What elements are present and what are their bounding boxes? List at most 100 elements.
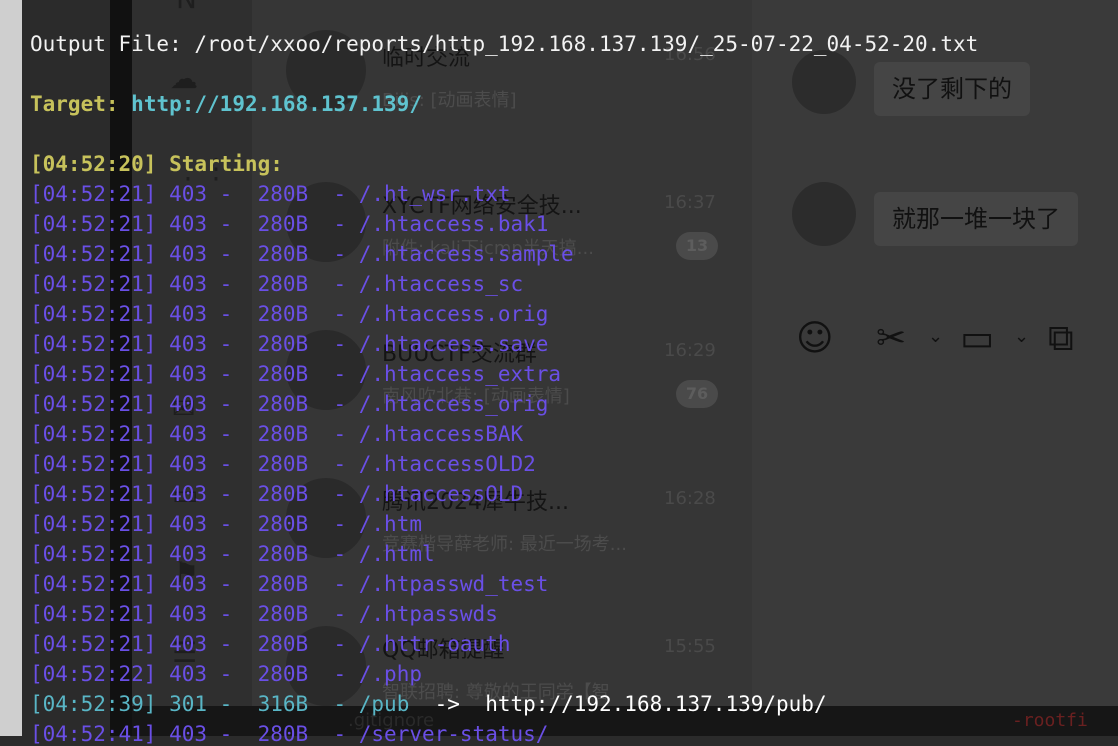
result-status: 403: [169, 392, 208, 416]
result-status: 403: [169, 302, 208, 326]
result-time: [04:52:21]: [30, 452, 157, 476]
redirect-url: http://192.168.137.139/pub/: [485, 692, 827, 716]
result-size: 280B: [257, 242, 309, 266]
result-path: /.htaccess.sample: [358, 242, 574, 266]
result-path: /.htaccessBAK: [358, 422, 524, 446]
result-size: 280B: [257, 302, 309, 326]
result-status: 403: [169, 542, 208, 566]
result-status: 403: [169, 242, 208, 266]
starting-line: [04:52:20] Starting:: [30, 152, 283, 176]
result-path: /pub: [358, 692, 410, 716]
output-file-label: Output File:: [30, 32, 182, 56]
result-time: [04:52:39]: [30, 692, 157, 716]
result-status: 403: [169, 662, 208, 686]
result-size: 280B: [257, 272, 309, 296]
result-path: /.htpasswd_test: [358, 572, 549, 596]
result-row: [04:52:21] 403 - 280B - /.htaccessBAK: [30, 422, 524, 446]
result-row: [04:52:21] 403 - 280B - /.htaccess.save: [30, 332, 549, 356]
result-size: 316B: [257, 692, 309, 716]
result-status: 403: [169, 182, 208, 206]
result-row: [04:52:21] 403 - 280B - /.httr-oauth: [30, 632, 511, 656]
result-status: 403: [169, 482, 208, 506]
result-row: [04:52:21] 403 - 280B - /.html: [30, 542, 435, 566]
result-row: [04:52:21] 403 - 280B - /.htm: [30, 512, 422, 536]
result-path: /.htm: [358, 512, 422, 536]
result-status: 403: [169, 632, 208, 656]
result-row: [04:52:21] 403 - 280B - /.htaccess_orig: [30, 392, 549, 416]
result-row: [04:52:21] 403 - 280B - /.htaccess_sc: [30, 272, 524, 296]
result-time: [04:52:21]: [30, 572, 157, 596]
redirect-arrow: ->: [434, 692, 460, 716]
result-path: /.htaccess_sc: [358, 272, 524, 296]
result-path: /.ht_wsr.txt: [358, 182, 511, 206]
result-time: [04:52:21]: [30, 542, 157, 566]
result-size: 280B: [257, 422, 309, 446]
result-path: /.php: [358, 662, 422, 686]
result-status: 403: [169, 512, 208, 536]
result-row: [04:52:21] 403 - 280B - /.ht_wsr.txt: [30, 182, 511, 206]
result-time: [04:52:21]: [30, 602, 157, 626]
result-time: [04:52:21]: [30, 512, 157, 536]
result-row: [04:52:21] 403 - 280B - /.htpasswds: [30, 602, 498, 626]
result-time: [04:52:21]: [30, 422, 157, 446]
result-size: 280B: [257, 212, 309, 236]
result-row: [04:52:21] 403 - 280B - /.htaccess.sampl…: [30, 242, 574, 266]
result-time: [04:52:21]: [30, 272, 157, 296]
redirect-line: [04:52:39] 301 - 316B - /pub -> http://1…: [30, 692, 827, 716]
result-path: /server-status/: [358, 722, 549, 746]
result-path: /.htaccessOLD: [358, 482, 524, 506]
result-row: [04:52:41] 403 - 280B - /server-status/: [30, 722, 549, 746]
result-status: 403: [169, 422, 208, 446]
result-size: 280B: [257, 512, 309, 536]
target-url: http://192.168.137.139/: [131, 92, 422, 116]
result-row: [04:52:21] 403 - 280B - /.htaccess_extra: [30, 362, 562, 386]
result-status: 403: [169, 212, 208, 236]
result-time: [04:52:21]: [30, 302, 157, 326]
result-path: /.htpasswds: [358, 602, 498, 626]
result-time: [04:52:21]: [30, 182, 157, 206]
result-time: [04:52:22]: [30, 662, 157, 686]
target-line: Target: http://192.168.137.139/: [30, 92, 422, 116]
result-status: 403: [169, 572, 208, 596]
result-time: [04:52:41]: [30, 722, 157, 746]
result-path: /.htaccess_orig: [358, 392, 549, 416]
target-label: Target:: [30, 92, 119, 116]
result-path: /.htaccess_extra: [358, 362, 562, 386]
result-path: /.htaccess.bak1: [358, 212, 549, 236]
result-size: 280B: [257, 602, 309, 626]
result-size: 280B: [257, 632, 309, 656]
result-status: 403: [169, 332, 208, 356]
result-time: [04:52:21]: [30, 632, 157, 656]
output-file-path: /root/xxoo/reports/http_192.168.137.139/…: [194, 32, 979, 56]
result-status: 301: [169, 692, 208, 716]
result-size: 280B: [257, 722, 309, 746]
result-size: 280B: [257, 482, 309, 506]
result-size: 280B: [257, 392, 309, 416]
result-row: [04:52:21] 403 - 280B - /.htaccessOLD: [30, 482, 524, 506]
result-row: [04:52:21] 403 - 280B - /.htpasswd_test: [30, 572, 549, 596]
result-row: [04:52:21] 403 - 280B - /.htaccessOLD2: [30, 452, 536, 476]
result-row: [04:52:21] 403 - 280B - /.htaccess.orig: [30, 302, 549, 326]
result-row: [04:52:21] 403 - 280B - /.htaccess.bak1: [30, 212, 549, 236]
result-path: /.htaccess.save: [358, 332, 549, 356]
result-time: [04:52:21]: [30, 242, 157, 266]
result-size: 280B: [257, 452, 309, 476]
result-size: 280B: [257, 662, 309, 686]
result-size: 280B: [257, 362, 309, 386]
result-path: /.html: [358, 542, 435, 566]
result-time: [04:52:21]: [30, 212, 157, 236]
result-time: [04:52:21]: [30, 392, 157, 416]
result-time: [04:52:21]: [30, 332, 157, 356]
result-path: /.httr-oauth: [358, 632, 511, 656]
result-size: 280B: [257, 182, 309, 206]
result-path: /.htaccessOLD2: [358, 452, 536, 476]
result-path: /.htaccess.orig: [358, 302, 549, 326]
result-time: [04:52:21]: [30, 362, 157, 386]
result-status: 403: [169, 722, 208, 746]
result-row: [04:52:22] 403 - 280B - /.php: [30, 662, 422, 686]
result-status: 403: [169, 602, 208, 626]
result-status: 403: [169, 362, 208, 386]
result-status: 403: [169, 272, 208, 296]
result-status: 403: [169, 452, 208, 476]
result-size: 280B: [257, 332, 309, 356]
